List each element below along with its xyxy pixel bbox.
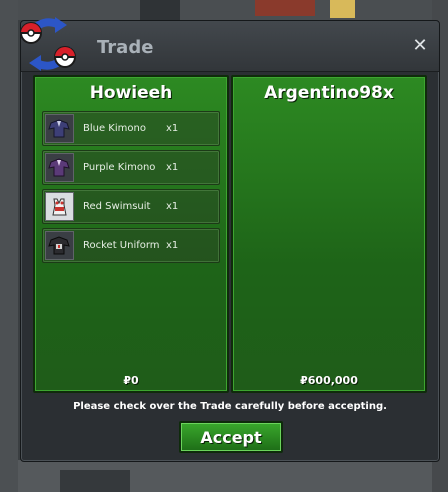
- item-name: Blue Kimono: [83, 122, 146, 134]
- close-icon[interactable]: ✕: [411, 37, 429, 55]
- trade-window: Trade ✕ Howieeh Blue Kimono x1 Purple Ki…: [20, 17, 440, 462]
- trade-item-rocket-uniform[interactable]: Rocket Uniform x1: [42, 228, 220, 263]
- trade-item-blue-kimono[interactable]: Blue Kimono x1: [42, 111, 220, 146]
- item-name: Rocket Uniform: [83, 239, 160, 251]
- rocket-uniform-icon: [45, 231, 74, 260]
- item-quantity: x1: [166, 201, 179, 212]
- accept-button[interactable]: Accept: [179, 421, 283, 453]
- left-item-list: Blue Kimono x1 Purple Kimono x1 Red Swim…: [42, 111, 220, 267]
- left-trader-money: ₽0: [123, 374, 139, 387]
- item-name: Purple Kimono: [83, 161, 156, 173]
- right-trader-name: Argentino98x: [264, 83, 394, 103]
- item-quantity: x1: [166, 162, 179, 173]
- window-title: Trade: [97, 37, 154, 58]
- trade-item-red-swimsuit[interactable]: Red Swimsuit x1: [42, 189, 220, 224]
- trade-item-purple-kimono[interactable]: Purple Kimono x1: [42, 150, 220, 185]
- trade-logo-icon: [20, 17, 76, 71]
- item-quantity: x1: [166, 123, 179, 134]
- blue-kimono-icon: [45, 114, 74, 143]
- purple-kimono-icon: [45, 153, 74, 182]
- item-quantity: x1: [166, 240, 179, 251]
- red-swimsuit-icon: [45, 192, 74, 221]
- left-trader-name: Howieeh: [89, 83, 173, 103]
- item-name: Red Swimsuit: [83, 200, 151, 212]
- right-trader-panel: Argentino98x ₽600,000: [231, 75, 427, 393]
- right-trader-money: ₽600,000: [300, 374, 358, 387]
- left-trader-panel: Howieeh Blue Kimono x1 Purple Kimono x1 …: [33, 75, 229, 393]
- trade-notice: Please check over the Trade carefully be…: [73, 401, 387, 412]
- title-bar[interactable]: Trade ✕: [21, 21, 439, 72]
